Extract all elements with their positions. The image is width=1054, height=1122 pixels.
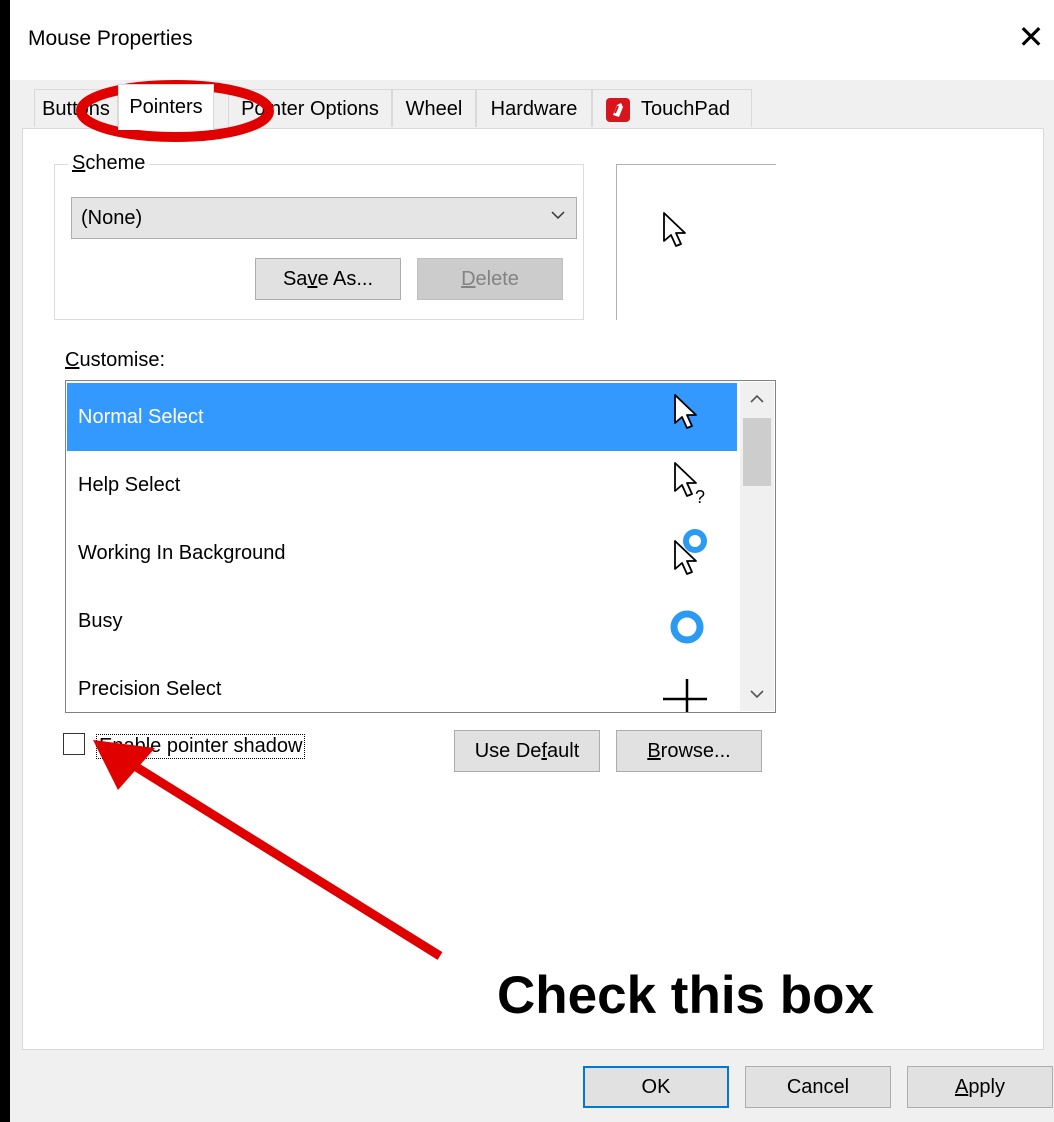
use-default-button[interactable]: Use Default [454, 730, 600, 772]
mouse-properties-window: Mouse Properties ✕ Buttons Pointers Poin… [10, 0, 1054, 1122]
scroll-up-icon[interactable] [740, 382, 774, 416]
customise-label: Customise: [65, 349, 166, 371]
list-item-working-in-background[interactable]: Working In Background [67, 519, 737, 587]
scheme-label: Scheme [68, 152, 150, 175]
annotation-text: Check this box [497, 966, 874, 1025]
apply-button[interactable]: Apply [907, 1066, 1053, 1108]
tab-pointers[interactable]: Pointers [118, 84, 214, 130]
arrow-cursor-icon [663, 212, 686, 247]
ok-button[interactable]: OK [583, 1066, 729, 1108]
pointer-shadow-checkbox[interactable] [63, 733, 85, 755]
save-as-button[interactable]: Save As... [255, 258, 401, 300]
tab-hardware[interactable]: Hardware [476, 89, 592, 127]
busy-cursor-icon [670, 610, 704, 644]
cursor-list[interactable]: Normal Select Help Select ? Working In B… [65, 380, 776, 713]
tab-buttons[interactable]: Buttons [34, 89, 118, 127]
pointer-shadow-label[interactable]: Enable pointer shadow [96, 734, 306, 759]
tab-pointer-options[interactable]: Pointer Options [228, 89, 392, 127]
arrow-cursor-icon [674, 394, 697, 429]
cancel-button[interactable]: Cancel [745, 1066, 891, 1108]
list-item-normal-select[interactable]: Normal Select [67, 383, 737, 451]
scheme-selected-value: (None) [81, 207, 143, 229]
list-item-busy[interactable]: Busy [67, 587, 737, 655]
help-cursor-icon: ? [674, 462, 705, 507]
list-scrollbar[interactable] [740, 382, 774, 711]
svg-text:?: ? [695, 487, 705, 507]
tab-touchpad[interactable]: TouchPad [592, 89, 752, 127]
working-cursor-icon [674, 529, 707, 575]
tab-wheel[interactable]: Wheel [392, 89, 476, 127]
list-item-help-select[interactable]: Help Select ? [67, 451, 737, 519]
close-icon[interactable]: ✕ [1008, 14, 1054, 60]
title-bar: Mouse Properties ✕ [10, 0, 1054, 80]
scheme-dropdown[interactable]: (None) [71, 197, 577, 239]
crosshair-cursor-icon [663, 679, 707, 712]
chevron-down-icon [551, 211, 565, 220]
touchpad-icon [606, 97, 630, 122]
delete-button[interactable]: Delete [417, 258, 563, 300]
list-item-precision-select[interactable]: Precision Select [67, 655, 737, 712]
cursor-preview [616, 164, 776, 320]
scroll-thumb[interactable] [743, 418, 771, 486]
scroll-down-icon[interactable] [740, 677, 774, 711]
window-title: Mouse Properties [28, 27, 193, 50]
browse-button[interactable]: Browse... [616, 730, 762, 772]
